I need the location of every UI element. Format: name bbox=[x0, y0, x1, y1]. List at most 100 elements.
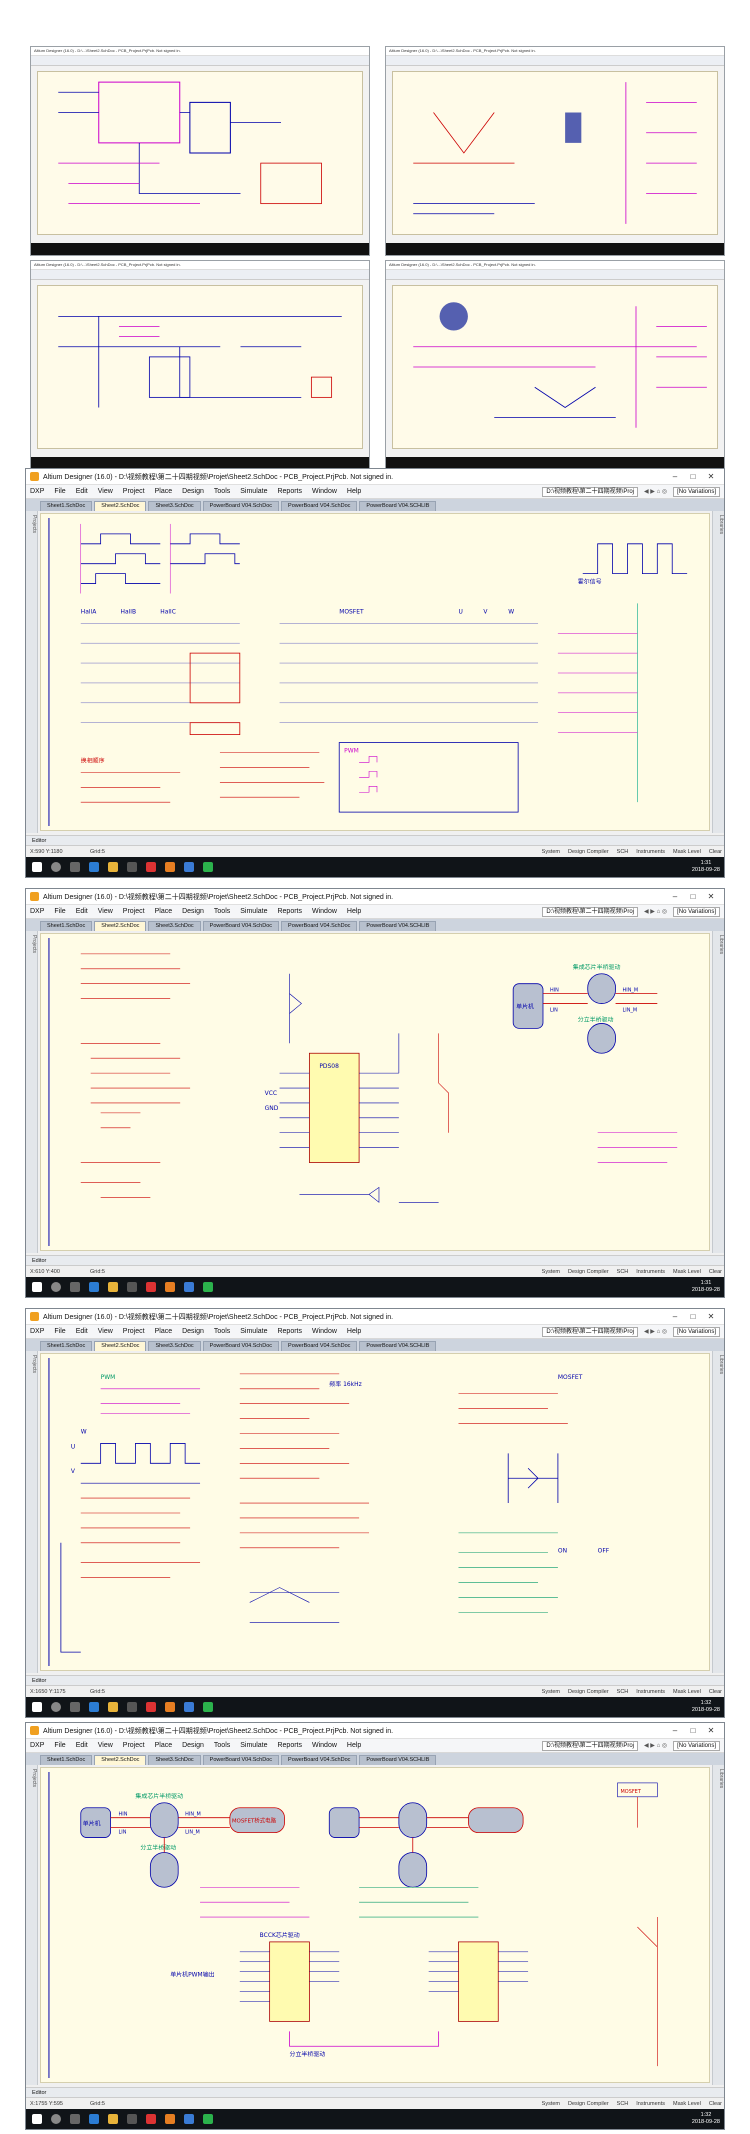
variant-select[interactable]: [No Variations] bbox=[673, 1326, 720, 1337]
status-sch[interactable]: SCH bbox=[617, 849, 629, 855]
app-icon-red[interactable] bbox=[146, 1702, 156, 1712]
explorer-icon[interactable] bbox=[108, 862, 118, 872]
task-view-icon[interactable] bbox=[70, 862, 80, 872]
start-icon[interactable] bbox=[32, 1282, 42, 1292]
menu-dxp[interactable]: DXP bbox=[30, 1742, 44, 1749]
menu-design[interactable]: Design bbox=[182, 488, 204, 495]
tab-sheet2[interactable]: Sheet2.SchDoc bbox=[94, 1755, 147, 1765]
wechat-icon[interactable] bbox=[203, 1282, 213, 1292]
status-mask-level[interactable]: Mask Level bbox=[673, 1689, 701, 1695]
tab-sheet3[interactable]: Sheet3.SchDoc bbox=[148, 501, 201, 511]
variant-select[interactable]: [No Variations] bbox=[673, 1740, 720, 1751]
status-system[interactable]: System bbox=[542, 1269, 560, 1275]
taskbar-clock[interactable]: 1:31 2018-09-28 bbox=[692, 1280, 720, 1294]
menu-project[interactable]: Project bbox=[123, 1328, 145, 1335]
menu-simulate[interactable]: Simulate bbox=[240, 908, 267, 915]
status-design-compiler[interactable]: Design Compiler bbox=[568, 1689, 609, 1695]
path-field[interactable]: D:\视频教程\第二十四期视频\Proj bbox=[542, 906, 638, 917]
app-icon-blue[interactable] bbox=[184, 2114, 194, 2124]
task-view-icon[interactable] bbox=[70, 1282, 80, 1292]
projects-panel-tab[interactable]: Projects bbox=[26, 1765, 38, 2085]
status-design-compiler[interactable]: Design Compiler bbox=[568, 2101, 609, 2107]
menu-view[interactable]: View bbox=[98, 1742, 113, 1749]
close-button[interactable]: ✕ bbox=[702, 472, 720, 481]
schematic-canvas[interactable]: PWM U V 频率 16kHz MOSFET OFF ON W bbox=[40, 1353, 710, 1671]
tab-powerboard-schlib[interactable]: PowerBoard V04.SCHLIB bbox=[359, 1341, 437, 1351]
schematic-canvas[interactable]: HallA HallB HallC MOSFET U V W PWM 霍尔信号 … bbox=[40, 513, 710, 831]
minimize-button[interactable]: – bbox=[666, 892, 684, 901]
app-icon-orange[interactable] bbox=[165, 1282, 175, 1292]
app-icon-red[interactable] bbox=[146, 862, 156, 872]
tab-sheet2[interactable]: Sheet2.SchDoc bbox=[94, 1341, 147, 1351]
calculator-icon[interactable] bbox=[127, 1282, 137, 1292]
status-clear[interactable]: Clear bbox=[709, 1689, 722, 1695]
status-clear[interactable]: Clear bbox=[709, 849, 722, 855]
nav-toolbar-icons[interactable]: ◀ ▶ ⌂ ◎ bbox=[644, 908, 667, 915]
libraries-panel-tab[interactable]: Libraries bbox=[712, 931, 724, 1253]
status-instruments[interactable]: Instruments bbox=[636, 1269, 665, 1275]
wechat-icon[interactable] bbox=[203, 1702, 213, 1712]
menu-file[interactable]: File bbox=[54, 1742, 65, 1749]
minimize-button[interactable]: – bbox=[666, 1312, 684, 1321]
tab-powerboard-1[interactable]: PowerBoard V04.SchDoc bbox=[202, 921, 280, 931]
edge-icon[interactable] bbox=[89, 1702, 99, 1712]
path-field[interactable]: D:\视频教程\第二十四期视频\Proj bbox=[542, 1740, 638, 1751]
menu-edit[interactable]: Edit bbox=[76, 908, 88, 915]
start-icon[interactable] bbox=[32, 1702, 42, 1712]
menu-window[interactable]: Window bbox=[312, 908, 337, 915]
status-sch[interactable]: SCH bbox=[617, 2101, 629, 2107]
maximize-button[interactable]: □ bbox=[684, 1312, 702, 1321]
libraries-panel-tab[interactable]: Libraries bbox=[712, 511, 724, 833]
menu-file[interactable]: File bbox=[54, 488, 65, 495]
calculator-icon[interactable] bbox=[127, 1702, 137, 1712]
wechat-icon[interactable] bbox=[203, 2114, 213, 2124]
menu-design[interactable]: Design bbox=[182, 1328, 204, 1335]
status-system[interactable]: System bbox=[542, 849, 560, 855]
nav-toolbar-icons[interactable]: ◀ ▶ ⌂ ◎ bbox=[644, 488, 667, 495]
menu-tools[interactable]: Tools bbox=[214, 1742, 230, 1749]
schematic-canvas[interactable]: 单片机 集成芯片半桥驱动 分立半桥驱动 MOSFET桥式电路 HIN LIN H… bbox=[40, 1767, 710, 2083]
projects-panel-tab[interactable]: Projects bbox=[26, 511, 38, 833]
app-icon-red[interactable] bbox=[146, 1282, 156, 1292]
menu-help[interactable]: Help bbox=[347, 488, 361, 495]
menu-window[interactable]: Window bbox=[312, 488, 337, 495]
status-sch[interactable]: SCH bbox=[617, 1689, 629, 1695]
app-icon-blue[interactable] bbox=[184, 862, 194, 872]
menu-dxp[interactable]: DXP bbox=[30, 488, 44, 495]
tab-sheet3[interactable]: Sheet3.SchDoc bbox=[148, 921, 201, 931]
tab-sheet1[interactable]: Sheet1.SchDoc bbox=[40, 921, 93, 931]
tab-powerboard-1[interactable]: PowerBoard V04.SchDoc bbox=[202, 1755, 280, 1765]
status-instruments[interactable]: Instruments bbox=[636, 2101, 665, 2107]
tab-sheet2[interactable]: Sheet2.SchDoc bbox=[94, 501, 147, 511]
status-design-compiler[interactable]: Design Compiler bbox=[568, 1269, 609, 1275]
tab-sheet1[interactable]: Sheet1.SchDoc bbox=[40, 501, 93, 511]
tab-sheet3[interactable]: Sheet3.SchDoc bbox=[148, 1755, 201, 1765]
edge-icon[interactable] bbox=[89, 2114, 99, 2124]
tab-sheet1[interactable]: Sheet1.SchDoc bbox=[40, 1341, 93, 1351]
tab-powerboard-1[interactable]: PowerBoard V04.SchDoc bbox=[202, 1341, 280, 1351]
variant-select[interactable]: [No Variations] bbox=[673, 906, 720, 917]
editor-tab[interactable]: Editor bbox=[26, 2087, 724, 2097]
wechat-icon[interactable] bbox=[203, 862, 213, 872]
edge-icon[interactable] bbox=[89, 862, 99, 872]
status-clear[interactable]: Clear bbox=[709, 1269, 722, 1275]
menu-place[interactable]: Place bbox=[155, 908, 173, 915]
maximize-button[interactable]: □ bbox=[684, 472, 702, 481]
taskbar-clock[interactable]: 1:31 2018-09-28 bbox=[692, 860, 720, 874]
menu-place[interactable]: Place bbox=[155, 1742, 173, 1749]
maximize-button[interactable]: □ bbox=[684, 1726, 702, 1735]
calculator-icon[interactable] bbox=[127, 2114, 137, 2124]
explorer-icon[interactable] bbox=[108, 1282, 118, 1292]
minimize-button[interactable]: – bbox=[666, 472, 684, 481]
status-clear[interactable]: Clear bbox=[709, 2101, 722, 2107]
menu-window[interactable]: Window bbox=[312, 1742, 337, 1749]
edge-icon[interactable] bbox=[89, 1282, 99, 1292]
menu-file[interactable]: File bbox=[54, 908, 65, 915]
tab-powerboard-schlib[interactable]: PowerBoard V04.SCHLIB bbox=[359, 1755, 437, 1765]
search-icon[interactable] bbox=[51, 1282, 61, 1292]
libraries-panel-tab[interactable]: Libraries bbox=[712, 1765, 724, 2085]
menu-help[interactable]: Help bbox=[347, 1742, 361, 1749]
tab-sheet1[interactable]: Sheet1.SchDoc bbox=[40, 1755, 93, 1765]
menu-design[interactable]: Design bbox=[182, 908, 204, 915]
menu-reports[interactable]: Reports bbox=[277, 1328, 302, 1335]
